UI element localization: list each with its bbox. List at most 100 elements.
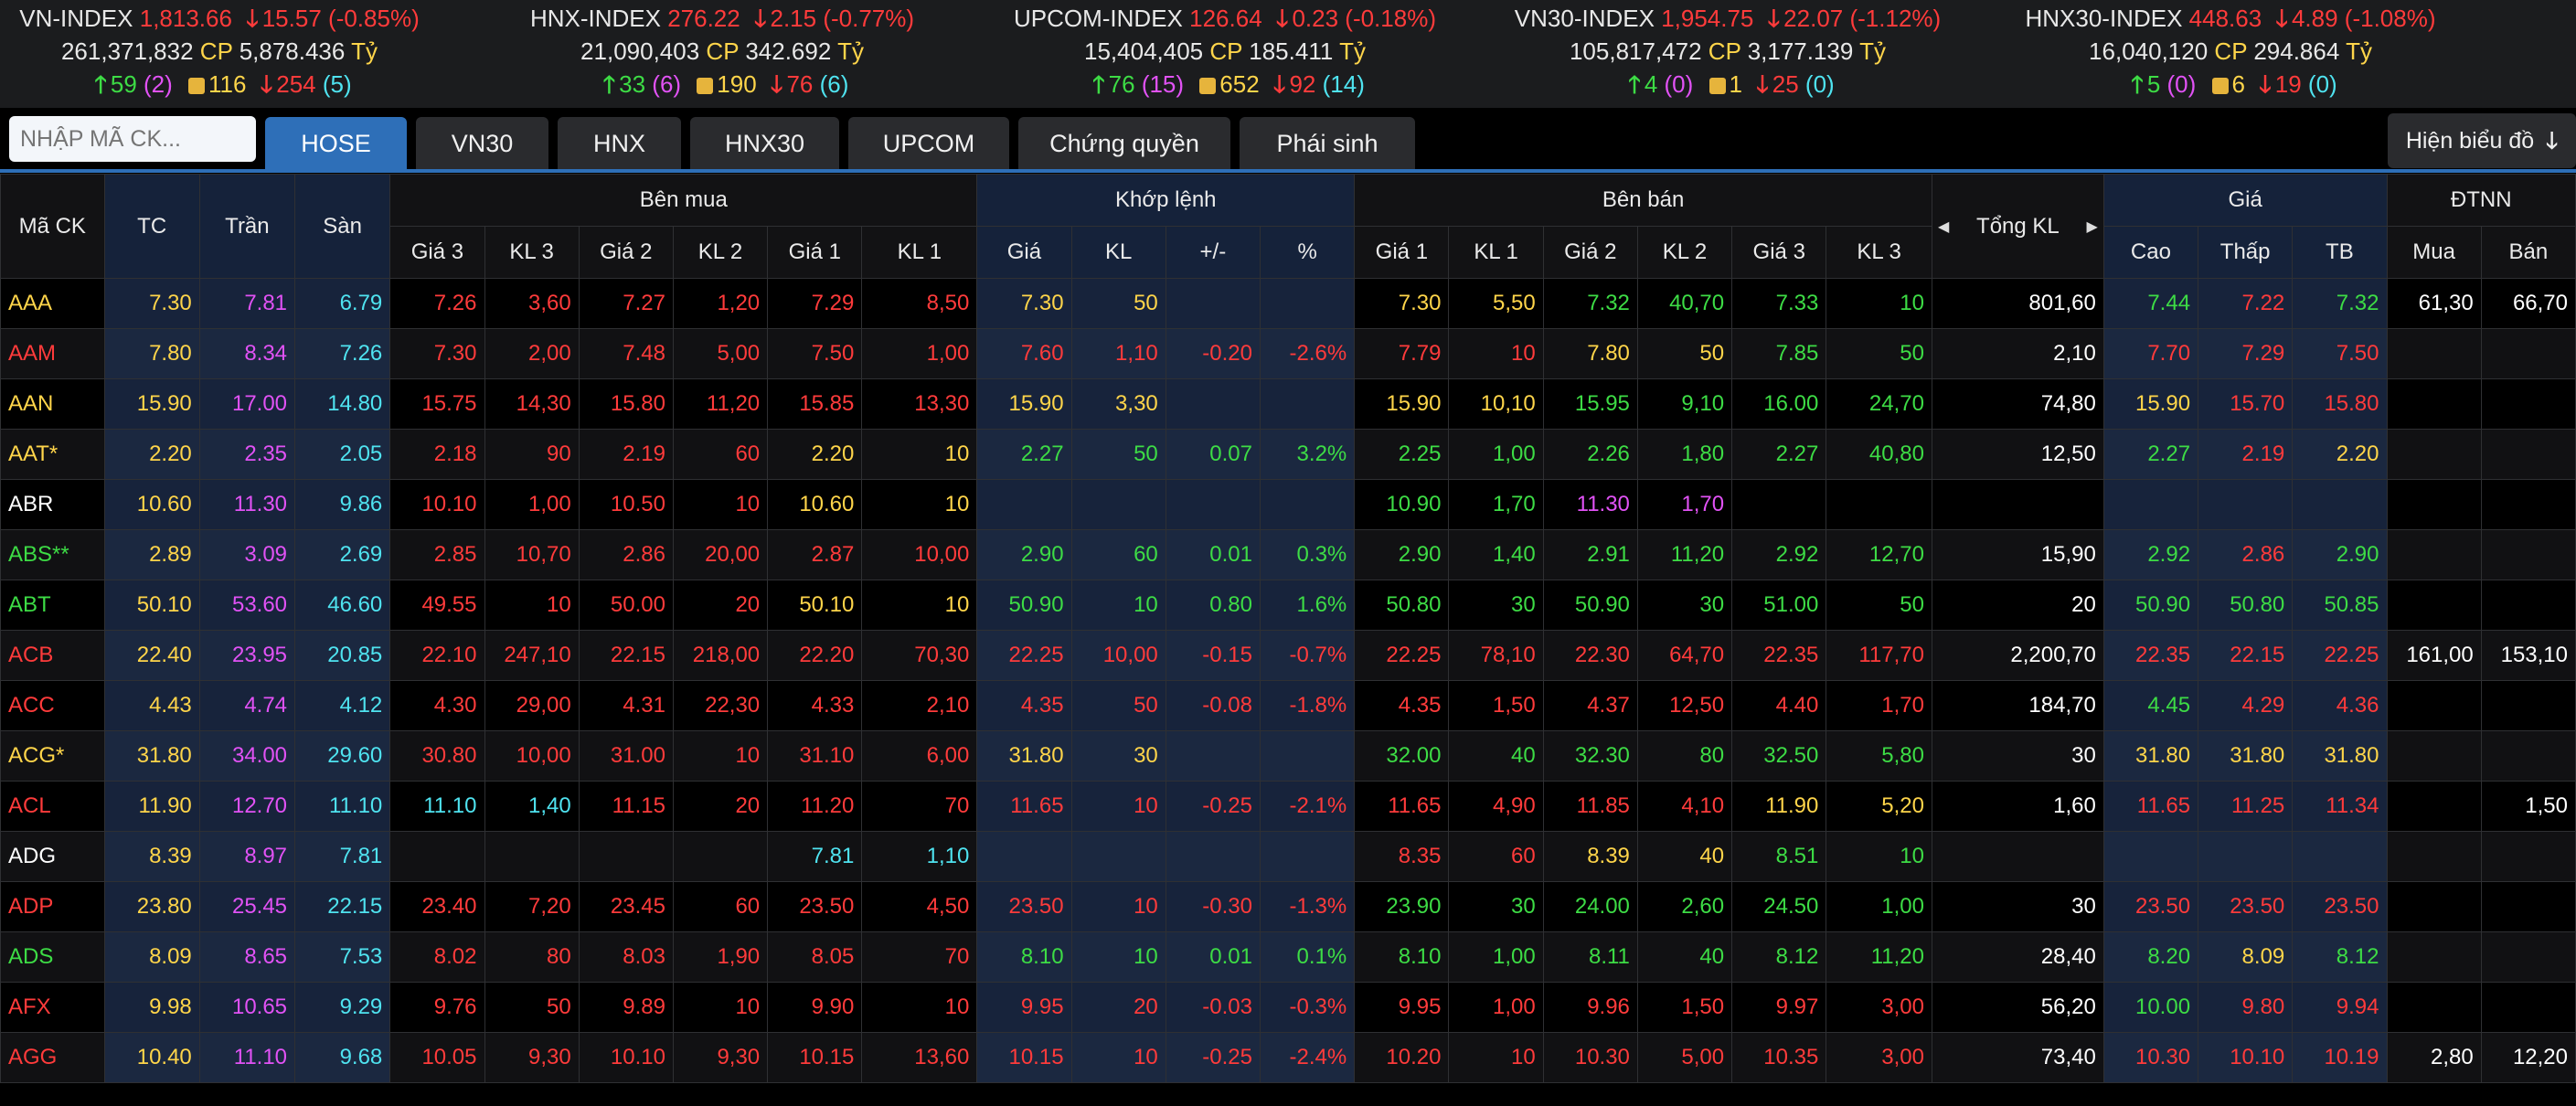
cell-symbol[interactable]: AFX <box>0 982 105 1033</box>
table-row[interactable]: AAA 7.30 7.81 6.79 7.26 3,60 7.27 1,20 7.29 8,50 7… <box>0 278 2576 329</box>
cell-foreign-buy <box>2386 781 2482 832</box>
col-price-2-header[interactable]: TB <box>2292 226 2388 279</box>
cell-symbol[interactable]: ACG* <box>0 730 105 782</box>
cell-high: 23.50 <box>2102 881 2199 932</box>
cell-symbol[interactable]: ADP <box>0 881 105 932</box>
index-name: VN-INDEX <box>19 5 133 32</box>
cell-buy-vol-2 <box>672 831 769 882</box>
table-row[interactable]: AAT* 2.20 2.35 2.05 2.18 90 2.19 60 2.20 10 2.27 50… <box>0 429 2576 480</box>
col-sell-2-header[interactable]: Giá 2 <box>1542 226 1638 279</box>
cell-symbol[interactable]: ACL <box>0 781 105 832</box>
col-foreign-1-header[interactable]: Bán <box>2480 226 2576 279</box>
cell-symbol[interactable]: AGG <box>0 1032 105 1083</box>
table-row[interactable]: ABR 10.60 11.30 9.86 10.10 1,00 10.50 10 10.60 10… <box>0 479 2576 530</box>
index-hnx30-index[interactable]: HNX30-INDEX 448.63 🡓 4.89 (-1.08%) 16,040… <box>1984 0 2477 101</box>
cell-symbol[interactable]: ACB <box>0 630 105 681</box>
cell-foreign-sell <box>2480 831 2576 882</box>
table-row[interactable]: ABT 50.10 53.60 46.60 49.55 10 50.00 20 50.10 10 5… <box>0 580 2576 631</box>
cell-symbol[interactable]: ACC <box>0 680 105 731</box>
cell-avg: 15.80 <box>2292 378 2388 430</box>
col-symbol-header[interactable]: Mã CK <box>0 174 105 279</box>
cell-buy-price-2: 10.50 <box>578 479 674 530</box>
tab-upcom[interactable]: UPCOM <box>848 117 1009 171</box>
cell-symbol[interactable]: ABR <box>0 479 105 530</box>
cell-symbol[interactable]: ADG <box>0 831 105 882</box>
col-match-0-header[interactable]: Giá <box>976 226 1072 279</box>
table-row[interactable]: AAN 15.90 17.00 14.80 15.75 14,30 15.80 11,20 15… <box>0 378 2576 430</box>
col-price-0-header[interactable]: Cao <box>2102 226 2199 279</box>
col-buy-5-header[interactable]: KL 1 <box>861 226 978 279</box>
arrow-down-icon: 🡓 <box>1275 5 1289 32</box>
col-sell-1-header[interactable]: KL 1 <box>1448 226 1544 279</box>
cell-ceiling: 3.09 <box>198 529 296 580</box>
cell-sell-vol-1: 1,00 <box>1448 429 1544 480</box>
cell-symbol[interactable]: AAN <box>0 378 105 430</box>
tab-vn30[interactable]: VN30 <box>416 117 548 171</box>
index-upcom-index[interactable]: UPCOM-INDEX 126.64 🡓 0.23 (-0.18%) 15,404… <box>978 0 1472 101</box>
col-match-2-header[interactable]: +/- <box>1165 226 1261 279</box>
cell-symbol[interactable]: ADS <box>0 931 105 983</box>
buy-side-header: Bên mua <box>389 174 978 227</box>
cell-sell-price-1: 2.90 <box>1354 529 1450 580</box>
table-row[interactable]: ACB 22.40 23.95 20.85 22.10 247,10 22.15 218,00… <box>0 630 2576 681</box>
cell-sell-price-1: 8.10 <box>1354 931 1450 983</box>
symbol-search-input[interactable] <box>9 116 256 162</box>
tab-chứng-quyền[interactable]: Chứng quyền <box>1018 117 1230 171</box>
table-row[interactable]: ACG* 31.80 34.00 29.60 30.80 10,00 31.00 10 31.1… <box>0 730 2576 782</box>
index-cp-label: CP <box>1209 37 1243 65</box>
col-price-1-header[interactable]: Thấp <box>2198 226 2294 279</box>
col-buy-2-header[interactable]: Giá 2 <box>578 226 674 279</box>
col-sell-0-header[interactable]: Giá 1 <box>1354 226 1450 279</box>
index-vn30-index[interactable]: VN30-INDEX 1,954.75 🡓 22.07 (-1.12%) 105,… <box>1481 0 1975 101</box>
cell-buy-price-3: 2.85 <box>389 529 485 580</box>
index-hnx-index[interactable]: HNX-INDEX 276.22 🡓 2.15 (-0.77%) 21,090,4… <box>475 0 969 101</box>
tab-hnx30[interactable]: HNX30 <box>690 117 839 171</box>
cell-symbol[interactable]: ABS** <box>0 529 105 580</box>
cell-symbol[interactable]: AAM <box>0 328 105 379</box>
caret-left-icon[interactable]: ◀ <box>1938 218 1949 236</box>
tab-hose[interactable]: HOSE <box>265 117 407 171</box>
cell-symbol[interactable]: ABT <box>0 580 105 631</box>
caret-right-icon[interactable]: ▶ <box>2087 218 2098 236</box>
table-row[interactable]: AGG 10.40 11.10 9.68 10.05 9,30 10.10 9,30 10.15… <box>0 1032 2576 1083</box>
show-chart-button[interactable]: Hiện biểu đồ 🡓 <box>2388 113 2576 168</box>
col-sell-5-header[interactable]: KL 3 <box>1826 226 1932 279</box>
index-vn-index[interactable]: VN-INDEX 1,813.66 🡓 15.57 (-0.85%) 261,37… <box>0 0 466 101</box>
cell-avg: 4.36 <box>2292 680 2388 731</box>
col-buy-0-header[interactable]: Giá 3 <box>389 226 485 279</box>
table-row[interactable]: ADS 8.09 8.65 7.53 8.02 80 8.03 1,90 8.05 70 8.10 1… <box>0 931 2576 983</box>
table-row[interactable]: ABS** 2.89 3.09 2.69 2.85 10,70 2.86 20,00 2.87 1… <box>0 529 2576 580</box>
cell-buy-price-3: 2.18 <box>389 429 485 480</box>
cell-buy-vol-3: 10,70 <box>484 529 580 580</box>
cell-match-pct: 0.3% <box>1259 529 1356 580</box>
col-match-1-header[interactable]: KL <box>1070 226 1166 279</box>
col-buy-4-header[interactable]: Giá 1 <box>767 226 863 279</box>
total-volume-header[interactable]: ◀ Tổng KL ▶ <box>1931 174 2104 279</box>
col-foreign-0-header[interactable]: Mua <box>2386 226 2482 279</box>
cell-sell-price-2: 11.85 <box>1542 781 1638 832</box>
cell-buy-price-2: 2.86 <box>578 529 674 580</box>
col-sell-3-header[interactable]: KL 2 <box>1636 226 1733 279</box>
table-row[interactable]: ADP 23.80 25.45 22.15 23.40 7,20 23.45 60 23.50 4… <box>0 881 2576 932</box>
cell-symbol[interactable]: AAT* <box>0 429 105 480</box>
col-floor-header[interactable]: Sàn <box>294 174 391 279</box>
table-row[interactable]: AFX 9.98 10.65 9.29 9.76 50 9.89 10 9.90 10 9.95 20… <box>0 982 2576 1033</box>
col-ceiling-header[interactable]: Trần <box>198 174 296 279</box>
table-row[interactable]: AAM 7.80 8.34 7.26 7.30 2,00 7.48 5,00 7.50 1,00 7… <box>0 328 2576 379</box>
tab-hnx[interactable]: HNX <box>558 117 681 171</box>
cell-buy-price-1: 31.10 <box>767 730 863 782</box>
square-icon <box>697 78 714 94</box>
cell-symbol[interactable]: AAA <box>0 278 105 329</box>
table-row[interactable]: ADG 8.39 8.97 7.81 7.81 1,10 8.35 60 8.39 40 8.51 1… <box>0 831 2576 882</box>
col-buy-1-header[interactable]: KL 3 <box>484 226 580 279</box>
col-sell-4-header[interactable]: Giá 3 <box>1731 226 1827 279</box>
col-match-3-header[interactable]: % <box>1259 226 1356 279</box>
col-ref-header[interactable]: TC <box>103 174 200 279</box>
cell-match-price: 23.50 <box>976 881 1072 932</box>
cell-ref: 2.89 <box>103 529 200 580</box>
cell-match-pct: -0.7% <box>1259 630 1356 681</box>
table-row[interactable]: ACC 4.43 4.74 4.12 4.30 29,00 4.31 22,30 4.33 2,1… <box>0 680 2576 731</box>
tab-phái-sinh[interactable]: Phái sinh <box>1240 117 1415 171</box>
col-buy-3-header[interactable]: KL 2 <box>672 226 769 279</box>
table-row[interactable]: ACL 11.90 12.70 11.10 11.10 1,40 11.15 20 11.20 7… <box>0 781 2576 832</box>
